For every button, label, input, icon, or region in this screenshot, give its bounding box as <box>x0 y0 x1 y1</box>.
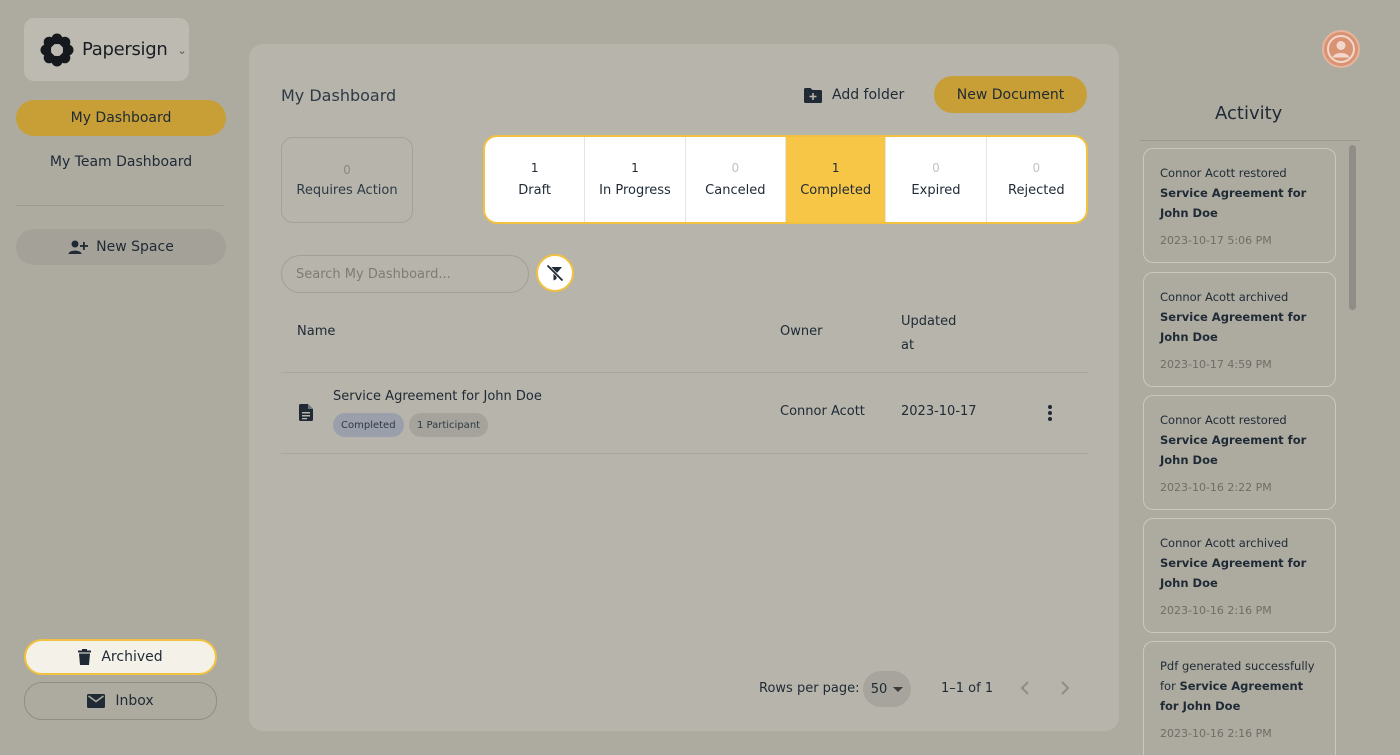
activity-document: Service Agreement for John Doe <box>1160 556 1307 590</box>
status-label: Completed <box>800 183 872 198</box>
status-label: In Progress <box>599 183 671 198</box>
rows-per-page-select[interactable]: 50 <box>863 671 911 707</box>
requires-action-count: 0 <box>343 162 351 177</box>
status-label: Canceled <box>705 183 766 198</box>
chevron-left-icon <box>1020 681 1029 695</box>
column-header-owner[interactable]: Owner <box>780 324 822 339</box>
filter-off-icon <box>546 264 564 282</box>
new-document-button[interactable]: New Document <box>934 76 1087 113</box>
archived-label: Archived <box>101 649 163 665</box>
activity-time: 2023-10-16 2:22 PM <box>1160 481 1272 494</box>
pagination-range: 1–1 of 1 <box>941 681 994 696</box>
status-count: 0 <box>731 161 740 175</box>
rows-per-page-value: 50 <box>870 681 888 697</box>
archived-button[interactable]: Archived <box>24 639 217 675</box>
status-filter-canceled[interactable]: 0 Canceled <box>686 137 786 222</box>
status-filter-draft[interactable]: 1 Draft <box>485 137 586 222</box>
activity-title: Activity <box>1215 103 1283 124</box>
updated-cell: 2023-10-17 <box>901 404 977 419</box>
status-badge: Completed <box>333 413 404 437</box>
nav-team-dashboard-label: My Team Dashboard <box>49 154 193 170</box>
column-header-name[interactable]: Name <box>297 324 335 339</box>
new-document-label: New Document <box>956 86 1065 103</box>
activity-document: Service Agreement for John Doe <box>1160 433 1307 467</box>
status-count: 1 <box>530 161 539 175</box>
add-folder-label: Add folder <box>832 87 905 103</box>
inbox-button[interactable]: Inbox <box>24 682 217 720</box>
activity-item: Connor Acott restored Service Agreement … <box>1143 148 1336 263</box>
activity-scrollbar-thumb[interactable] <box>1349 145 1356 310</box>
participants-badge: 1 Participant <box>409 413 489 437</box>
user-avatar[interactable] <box>1322 30 1360 68</box>
rows-per-page-label: Rows per page: <box>759 681 860 696</box>
status-count: 1 <box>631 161 639 175</box>
activity-time: 2023-10-17 5:06 PM <box>1160 234 1272 247</box>
page-title: My Dashboard <box>281 86 397 105</box>
nav-team-dashboard[interactable]: My Team Dashboard <box>16 144 226 180</box>
nav-my-dashboard-label: My Dashboard <box>70 110 172 126</box>
inbox-label: Inbox <box>115 693 154 709</box>
activity-item: Connor Acott archived Service Agreement … <box>1143 518 1336 633</box>
owner-cell: Connor Acott <box>780 404 865 419</box>
activity-document: Service Agreement for John Doe <box>1160 310 1307 344</box>
next-page-button[interactable] <box>1055 677 1075 699</box>
activity-item: Connor Acott restored Service Agreement … <box>1143 395 1336 510</box>
column-header-updated[interactable]: Updated at <box>901 310 961 358</box>
status-label: Draft <box>518 183 552 198</box>
previous-page-button[interactable] <box>1015 677 1035 699</box>
table-header-divider <box>281 372 1088 373</box>
status-filter-completed[interactable]: 1 Completed <box>785 137 887 222</box>
user-avatar-icon <box>1327 35 1355 63</box>
requires-action-label: Requires Action <box>296 182 398 198</box>
activity-text: Connor Acott restored <box>1160 413 1287 427</box>
more-vertical-icon[interactable] <box>1044 403 1056 423</box>
app-switcher[interactable]: Papersign ⌄ <box>24 18 189 81</box>
dashboard-card: My Dashboard Add folder New Document 0 R… <box>249 44 1119 731</box>
activity-document: Service Agreement for John Doe <box>1160 186 1307 220</box>
mail-icon <box>87 694 106 708</box>
activity-divider <box>1140 140 1360 141</box>
activity-time: 2023-10-16 2:16 PM <box>1160 727 1272 740</box>
activity-text: Connor Acott restored <box>1160 166 1287 180</box>
activity-text: Connor Acott archived <box>1160 536 1289 550</box>
status-filter-rejected[interactable]: 0 Rejected <box>987 137 1086 222</box>
chevron-down-icon: ⌄ <box>177 44 187 57</box>
status-filter-expired[interactable]: 0 Expired <box>886 137 987 222</box>
table-row-divider <box>281 453 1088 454</box>
status-count: 0 <box>932 161 940 175</box>
papersign-logo-icon <box>40 33 74 66</box>
status-count: 1 <box>831 161 840 175</box>
status-filter-group: 1 Draft 1 In Progress 0 Canceled 1 Compl… <box>483 135 1088 224</box>
requires-action-filter[interactable]: 0 Requires Action <box>281 137 413 223</box>
add-folder-button[interactable]: Add folder <box>804 84 904 106</box>
document-icon <box>299 404 313 421</box>
activity-document: Service Agreement for John Doe <box>1160 679 1304 713</box>
status-label: Expired <box>911 183 961 198</box>
status-label: Rejected <box>1008 183 1065 198</box>
status-filter-in-progress[interactable]: 1 In Progress <box>585 137 686 222</box>
caret-down-icon <box>893 686 904 692</box>
folder-plus-icon <box>804 87 822 103</box>
document-title[interactable]: Service Agreement for John Doe <box>333 389 542 404</box>
add-user-icon <box>68 240 89 254</box>
activity-time: 2023-10-17 4:59 PM <box>1160 358 1272 371</box>
new-space-button[interactable]: New Space <box>16 229 226 265</box>
search-input[interactable] <box>281 255 529 293</box>
status-count: 0 <box>1032 161 1041 175</box>
app-name: Papersign <box>82 39 168 60</box>
sidebar-divider <box>16 205 224 206</box>
activity-text: Connor Acott archived <box>1160 290 1289 304</box>
chevron-right-icon <box>1061 681 1070 695</box>
nav-my-dashboard[interactable]: My Dashboard <box>16 100 226 136</box>
new-space-label: New Space <box>96 239 174 255</box>
activity-time: 2023-10-16 2:16 PM <box>1160 604 1272 617</box>
clear-filter-button[interactable] <box>536 254 574 292</box>
trash-icon <box>78 649 92 665</box>
activity-item: Connor Acott archived Service Agreement … <box>1143 272 1336 387</box>
activity-item: Pdf generated successfully for Service A… <box>1143 641 1336 755</box>
